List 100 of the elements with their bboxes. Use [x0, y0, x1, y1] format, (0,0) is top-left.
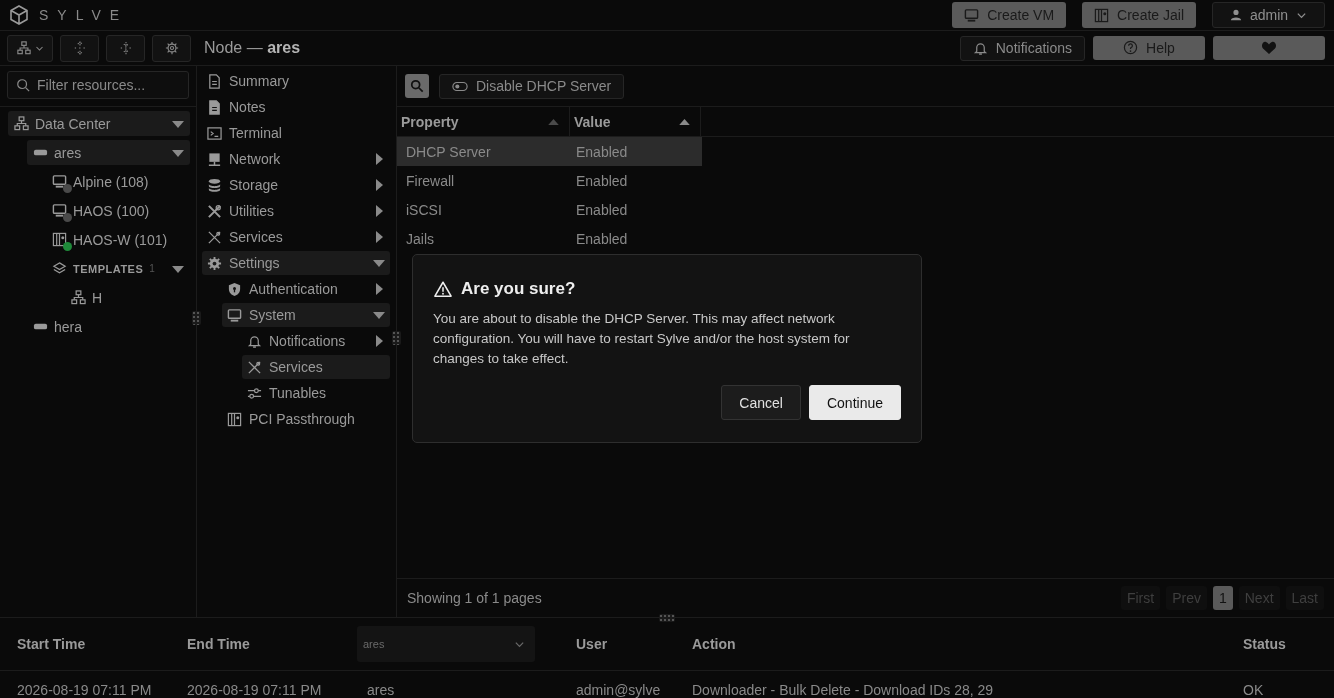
tree-item[interactable]: Alpine (108): [46, 169, 190, 194]
document-icon: [207, 73, 222, 89]
column-header: Status: [1243, 636, 1287, 652]
table-cell-text: iSCSI: [405, 201, 443, 218]
heart-button[interactable]: [1213, 35, 1325, 60]
shield-icon: [227, 281, 242, 297]
expand-caret-icon[interactable]: [373, 179, 385, 191]
notifications-button[interactable]: Notifications: [959, 35, 1085, 61]
menu-item[interactable]: Tunables: [242, 381, 390, 405]
toggle-icon: [452, 80, 468, 92]
bell-icon: [247, 333, 262, 349]
menu-item[interactable]: Notifications: [242, 329, 390, 353]
tools-icon: [247, 359, 262, 375]
table-row[interactable]: DHCP Server Enabled: [397, 137, 702, 166]
monitor-icon: [207, 151, 222, 167]
gear-icon: [164, 41, 179, 55]
expand-caret-icon[interactable]: [373, 231, 385, 243]
column-header: User: [576, 636, 609, 652]
menu-item[interactable]: Services: [242, 355, 390, 379]
search-button[interactable]: [405, 74, 429, 98]
settings-button[interactable]: [152, 34, 191, 62]
menu-item[interactable]: Settings: [202, 251, 390, 275]
search-icon: [16, 78, 30, 92]
tree-view-button[interactable]: [7, 34, 53, 62]
help-icon: [1123, 40, 1139, 55]
table-cell-text: admin@sylve: [576, 682, 662, 698]
monitor-icon: [52, 203, 67, 218]
cancel-button[interactable]: Cancel: [721, 385, 801, 420]
menu-item[interactable]: Terminal: [202, 121, 390, 145]
layers-icon: [52, 261, 67, 276]
tree-item[interactable]: ares: [27, 140, 190, 165]
menu-item[interactable]: Utilities: [202, 199, 390, 223]
menu-item[interactable]: Notes: [202, 95, 390, 119]
continue-button[interactable]: Continue: [808, 385, 901, 420]
toggle-action-button[interactable]: Disable DHCP Server: [439, 73, 625, 99]
menu-item[interactable]: Storage: [202, 173, 390, 197]
table-cell-text: Downloader - Bulk Delete - Download IDs 28, 29: [692, 682, 995, 698]
search-icon: [410, 79, 424, 93]
tree-item[interactable]: TEMPLATES 1: [46, 256, 190, 281]
user-icon: [1229, 9, 1242, 21]
menu-item[interactable]: PCI Passthrough: [222, 407, 390, 431]
menu-item[interactable]: Summary: [202, 69, 390, 93]
menu-item[interactable]: Services: [202, 225, 390, 249]
expand-caret-icon[interactable]: [373, 205, 385, 217]
settings-icon: [207, 255, 222, 271]
column-header: Start Time: [17, 636, 87, 652]
notes-icon: [207, 99, 222, 115]
tree-item[interactable]: hera: [27, 314, 190, 339]
filter-field[interactable]: Filter resources...: [7, 71, 189, 99]
monitor-icon: [52, 174, 67, 189]
menu-item[interactable]: Authentication: [222, 277, 390, 301]
node-select[interactable]: ares: [357, 626, 535, 662]
table-row[interactable]: Jails Enabled: [397, 224, 702, 253]
jail-icon: [1094, 7, 1110, 23]
collapse-arrows-icon: [118, 41, 133, 55]
column-header[interactable]: Value: [570, 107, 701, 136]
dialog-message: You are about to disable the DHCP Server. This may affect network configuration. You will have to restart Sylve and/or the host system for changes to take effect.: [433, 310, 851, 368]
table-row[interactable]: iSCSI Enabled: [397, 195, 702, 224]
collapse-caret-icon[interactable]: [373, 257, 385, 269]
tree-label: TEMPLATES: [73, 262, 144, 275]
menu-item[interactable]: System: [222, 303, 390, 327]
tools-icon: [207, 203, 222, 219]
jail-icon: [52, 232, 67, 247]
table-cell-text: ares: [367, 682, 396, 698]
laptop-icon: [227, 307, 242, 323]
table-cell-text: 2026-08-19 07:11 PM: [187, 682, 323, 698]
page-title: Node — ares: [204, 39, 302, 57]
user-menu-button[interactable]: admin: [1212, 2, 1325, 28]
app-name: SYLVE: [39, 7, 129, 23]
tree-item[interactable]: Data Center: [8, 111, 190, 136]
table-cell-text: OK: [1243, 682, 1265, 698]
resize-handle[interactable]: [659, 614, 675, 622]
tree-label: HAOS (100): [73, 202, 150, 219]
hierarchy-icon: [71, 290, 86, 305]
sliders-icon: [247, 385, 262, 401]
tree-label: Data Center: [35, 115, 111, 132]
column-header[interactable]: Property: [397, 107, 570, 136]
tree-label: H: [92, 289, 103, 306]
table-cell-text: 2026-08-19 07:11 PM: [17, 682, 153, 698]
tree-item[interactable]: HAOS (100): [46, 198, 190, 223]
dialog-title: Are you sure?: [461, 279, 576, 299]
column-header: Action: [692, 636, 737, 652]
heart-icon: [1261, 39, 1277, 56]
page-summary: Showing 1 of 1 pages: [407, 590, 542, 606]
table-cell-text: DHCP Server: [405, 143, 492, 160]
resize-handle[interactable]: [392, 331, 401, 345]
table-cell-text: Jails: [405, 230, 435, 247]
expand-caret-icon[interactable]: [373, 335, 385, 347]
menu-item[interactable]: Network: [202, 147, 390, 171]
table-cell-text: Enabled: [575, 143, 629, 160]
resize-handle[interactable]: [192, 311, 201, 325]
tree-item[interactable]: HAOS-W (101): [46, 227, 190, 252]
tree-label: hera: [54, 318, 83, 335]
table-row[interactable]: Firewall Enabled: [397, 166, 702, 195]
tree-label: HAOS-W (101): [73, 231, 168, 248]
tree-item[interactable]: H: [65, 285, 190, 310]
table-cell-text: Enabled: [575, 172, 629, 189]
collapse-caret-icon[interactable]: [373, 309, 385, 321]
expand-caret-icon[interactable]: [373, 283, 385, 295]
expand-caret-icon[interactable]: [373, 153, 385, 165]
